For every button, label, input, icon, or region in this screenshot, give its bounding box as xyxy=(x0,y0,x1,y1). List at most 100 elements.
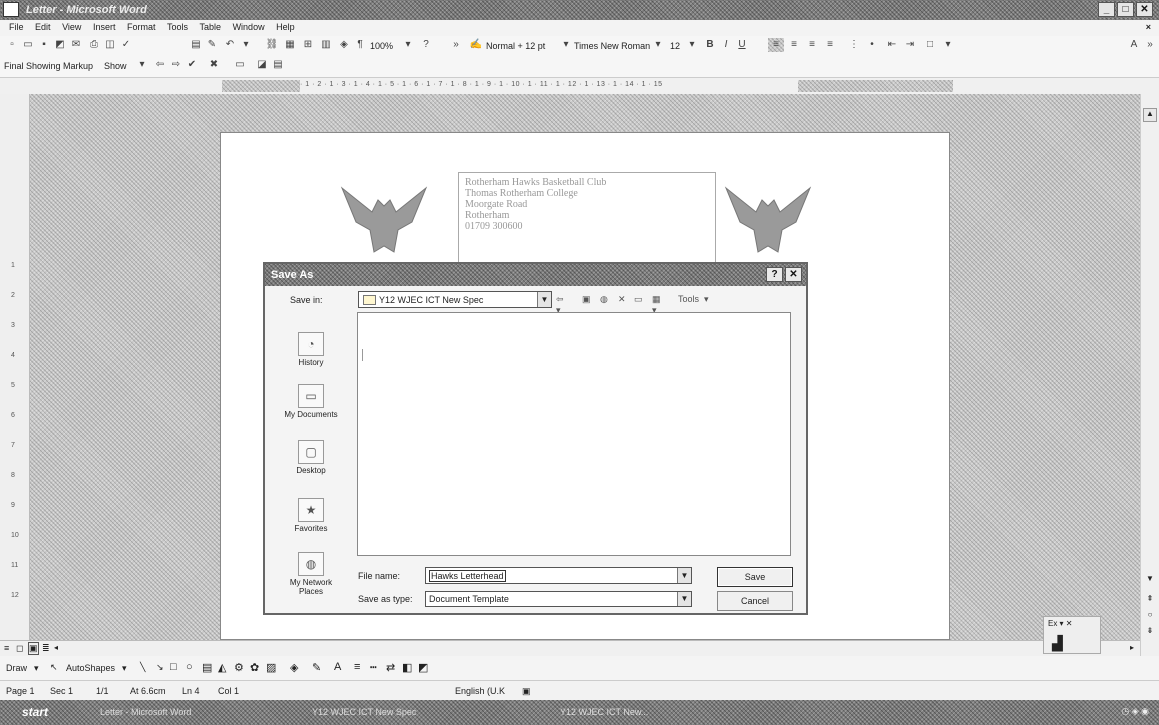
menu-edit[interactable]: Edit xyxy=(35,22,51,32)
italic-button[interactable]: I xyxy=(718,38,734,52)
horizontal-ruler[interactable]: · 1 · 2 · 1 · 3 · 1 · 4 · 1 · 5 · 1 · 6 … xyxy=(0,78,1159,94)
taskbar-item-folder[interactable]: Y12 WJEC ICT New Spec xyxy=(292,703,442,722)
undo-icon[interactable]: ↶ xyxy=(222,38,238,52)
text-box-icon[interactable]: ▤ xyxy=(202,661,212,674)
menu-tools[interactable]: Tools xyxy=(167,22,188,32)
hyperlink-icon[interactable]: ⛓ xyxy=(264,38,280,52)
menu-window[interactable]: Window xyxy=(233,22,265,32)
new-folder-icon[interactable]: ▭ xyxy=(634,294,643,305)
maximize-button[interactable]: □ xyxy=(1117,2,1134,17)
chevron-down-icon[interactable]: ▼ xyxy=(677,592,691,606)
word-app-icon[interactable] xyxy=(3,2,19,17)
file-name-input[interactable]: Hawks Letterhead ▼ xyxy=(425,567,692,584)
chevron-down-icon[interactable]: ▼ xyxy=(677,568,691,583)
font-color-draw-icon[interactable]: A xyxy=(334,661,341,673)
menu-format[interactable]: Format xyxy=(127,22,156,32)
zoom-value[interactable]: 100% xyxy=(370,41,393,51)
wordart-icon[interactable]: ◭ xyxy=(218,661,226,674)
3d-style-icon[interactable]: ◩ xyxy=(418,661,428,674)
email-icon[interactable]: ✉ xyxy=(68,38,84,52)
toolbar-more-icon[interactable]: » xyxy=(1142,38,1158,52)
accept-change-icon[interactable]: ✔ xyxy=(184,58,200,72)
styles-icon[interactable]: ✍ xyxy=(468,38,484,52)
numbering-icon[interactable]: ⋮ xyxy=(846,38,862,52)
style-dropdown-icon[interactable]: ▾ xyxy=(558,38,574,52)
toolbar-menu-icon[interactable]: Ex ▾ ✕ xyxy=(1048,619,1073,628)
scroll-down-icon[interactable]: ▼ xyxy=(1143,574,1157,588)
tables-borders-icon[interactable]: ▦ xyxy=(282,38,298,52)
select-browse-object-icon[interactable]: ○ xyxy=(1143,610,1157,624)
open-icon[interactable]: ▭ xyxy=(20,38,36,52)
show-dropdown-icon[interactable]: ▾ xyxy=(134,58,150,72)
font-size-box[interactable]: 12 xyxy=(670,41,680,51)
next-change-icon[interactable]: ⇨ xyxy=(168,58,184,72)
save-icon[interactable]: ▪ xyxy=(36,38,52,52)
highlight-icon[interactable]: ▾ xyxy=(940,38,956,52)
menu-file[interactable]: File xyxy=(9,22,24,32)
zoom-dropdown-icon[interactable]: ▾ xyxy=(400,38,416,52)
columns-icon[interactable]: ▥ xyxy=(318,38,334,52)
menu-view[interactable]: View xyxy=(62,22,81,32)
paste-icon[interactable]: ▤ xyxy=(188,38,204,52)
new-comment-icon[interactable]: ▭ xyxy=(232,58,248,72)
insert-picture-icon[interactable]: ▨ xyxy=(266,661,276,674)
help-icon[interactable]: ? xyxy=(418,38,434,52)
next-page-icon[interactable]: ⇟ xyxy=(1143,626,1157,640)
bold-button[interactable]: B xyxy=(702,38,718,52)
up-folder-icon[interactable]: ▣ xyxy=(582,294,591,305)
insert-table-icon[interactable]: ⊞ xyxy=(300,38,316,52)
place-my-network-places[interactable]: ◍ My Network Places xyxy=(271,552,351,596)
reviewing-pane-icon[interactable]: ▤ xyxy=(270,58,286,72)
start-button[interactable]: start xyxy=(4,703,64,722)
web-layout-view-icon[interactable]: ◻ xyxy=(16,643,23,654)
drawing-icon[interactable]: ◈ xyxy=(336,38,352,52)
align-center-icon[interactable]: ≡ xyxy=(786,38,802,52)
menu-table[interactable]: Table xyxy=(200,22,222,32)
chevron-down-icon[interactable]: ▼ xyxy=(537,292,551,307)
show-menu[interactable]: Show xyxy=(104,61,127,71)
previous-change-icon[interactable]: ⇦ xyxy=(152,58,168,72)
menu-help[interactable]: Help xyxy=(276,22,295,32)
normal-view-icon[interactable]: ≡ xyxy=(4,643,9,653)
file-list[interactable] xyxy=(357,312,791,556)
delete-icon[interactable]: ✕ xyxy=(618,294,626,305)
line-color-icon[interactable]: ✎ xyxy=(312,661,321,674)
spelling-status-icon[interactable]: ▣ xyxy=(522,686,531,697)
toolbar-options-icon[interactable]: » xyxy=(448,38,464,52)
address-text-box[interactable]: Rotherham Hawks Basketball Club Thomas R… xyxy=(458,172,716,268)
rectangle-icon[interactable]: □ xyxy=(170,661,177,673)
font-box[interactable]: Times New Roman xyxy=(574,41,650,51)
dash-style-icon[interactable]: ┅ xyxy=(370,661,377,674)
oval-icon[interactable]: ○ xyxy=(186,661,193,673)
fill-color-icon[interactable]: ◈ xyxy=(290,661,298,674)
redo-icon[interactable]: ▾ xyxy=(238,38,254,52)
floating-toolbar[interactable]: Ex ▾ ✕ ▟ xyxy=(1043,616,1101,654)
font-color-icon[interactable]: A xyxy=(1126,38,1142,52)
close-window-button[interactable]: ✕ xyxy=(1136,2,1153,17)
tools-dropdown-icon[interactable]: ▾ xyxy=(704,294,709,305)
close-document-icon[interactable]: × xyxy=(1146,22,1151,32)
permission-icon[interactable]: ◩ xyxy=(52,38,68,52)
increase-indent-icon[interactable]: ⇥ xyxy=(902,38,918,52)
previous-page-icon[interactable]: ⇞ xyxy=(1143,594,1157,608)
place-history[interactable]: ◔ History xyxy=(271,332,351,367)
dialog-title-bar[interactable]: Save As ? ✕ xyxy=(265,264,806,286)
save-in-combo[interactable]: Y12 WJEC ICT New Spec ▼ xyxy=(358,291,552,308)
scroll-up-icon[interactable]: ▲ xyxy=(1143,108,1157,122)
decrease-indent-icon[interactable]: ⇤ xyxy=(884,38,900,52)
draw-menu[interactable]: Draw xyxy=(6,663,27,673)
outline-view-icon[interactable]: ≣ xyxy=(42,643,50,654)
search-web-icon[interactable]: ◍ xyxy=(600,294,608,305)
shadow-style-icon[interactable]: ◧ xyxy=(402,661,412,674)
underline-button[interactable]: U xyxy=(734,38,750,52)
arrow-icon[interactable]: ↘ xyxy=(156,662,164,673)
autoshapes-dropdown-icon[interactable]: ▾ xyxy=(122,663,127,674)
show-hide-icon[interactable]: ¶ xyxy=(352,38,368,52)
scroll-right-icon[interactable]: ▸ xyxy=(1130,643,1134,652)
dialog-help-button[interactable]: ? xyxy=(766,267,783,282)
bullets-icon[interactable]: • xyxy=(864,38,880,52)
diagram-icon[interactable]: ⚙ xyxy=(234,661,244,674)
font-dropdown-icon[interactable]: ▾ xyxy=(650,38,666,52)
autoshapes-menu[interactable]: AutoShapes xyxy=(66,663,115,673)
reject-change-icon[interactable]: ✖ xyxy=(206,58,222,72)
